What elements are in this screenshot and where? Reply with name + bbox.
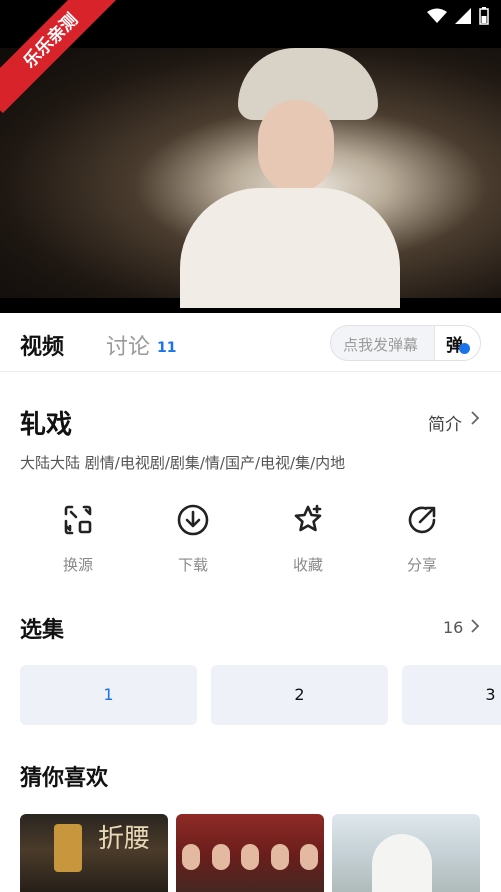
episode-count[interactable]: 16 [443, 618, 463, 637]
show-title: 轧戏 [20, 410, 73, 440]
poster-figures [182, 844, 318, 884]
video-frame[interactable] [0, 48, 501, 308]
figure-shape [300, 844, 318, 870]
show-meta: 大陆大陆 剧情/电视剧/剧集/情/国产/电视/集/内地 [20, 454, 346, 472]
danmaku-toggle-button[interactable]: 弹 [434, 326, 480, 360]
episode-item[interactable]: 2 [211, 665, 388, 725]
figure-shape [372, 834, 432, 892]
chevron-right-icon[interactable] [470, 617, 480, 635]
signal-icon [455, 8, 471, 24]
danmaku-input[interactable]: 点我发弹幕 [343, 334, 418, 355]
figure-shape [182, 844, 200, 870]
figure-shape [241, 844, 259, 870]
switch-source-icon [64, 505, 92, 535]
share-label: 分享 [406, 556, 437, 574]
discuss-count-badge: 11 [157, 340, 177, 356]
download-label: 下载 [177, 556, 208, 574]
video-face-shape [258, 100, 334, 192]
poster-title: 折腰 [98, 824, 151, 854]
status-icons [427, 7, 489, 25]
star-add-icon [294, 504, 322, 532]
share-button[interactable]: 分享 [382, 504, 462, 576]
download-button[interactable]: 下载 [153, 504, 233, 576]
episode-item[interactable]: 1 [20, 665, 197, 725]
chevron-right-icon[interactable] [470, 409, 480, 427]
download-icon [177, 504, 209, 536]
tab-bar: 视频 讨论 11 点我发弹幕 弹 [0, 314, 501, 372]
figure-shape [211, 844, 230, 870]
recommend-poster[interactable]: 折腰 [20, 814, 168, 892]
recommend-list: 折腰 [20, 814, 501, 892]
favorite-button[interactable]: 收藏 [268, 504, 348, 576]
switch-source-label: 换源 [62, 556, 93, 574]
recommend-poster[interactable] [332, 814, 480, 892]
lamp-shape [54, 824, 82, 872]
figure-shape [270, 844, 289, 870]
recommend-title: 猜你喜欢 [20, 766, 109, 791]
check-icon [459, 343, 470, 354]
episode-list: 1 2 3 [20, 665, 501, 725]
tab-discuss[interactable]: 讨论 [106, 329, 150, 361]
share-icon [408, 506, 436, 534]
episode-item[interactable]: 3 [402, 665, 501, 725]
tab-video[interactable]: 视频 [20, 329, 64, 361]
intro-link[interactable]: 简介 [428, 410, 462, 435]
episodes-title: 选集 [20, 618, 65, 643]
switch-source-button[interactable]: 换源 [38, 504, 118, 576]
danmaku-bar: 点我发弹幕 弹 [330, 325, 481, 361]
favorite-label: 收藏 [292, 556, 323, 574]
video-coat-shape [180, 188, 400, 308]
action-row: 换源 下载 收藏 分享 [20, 504, 480, 576]
battery-icon [479, 7, 489, 25]
video-player[interactable]: 乐乐亲测 [0, 0, 501, 313]
recommend-poster[interactable] [176, 814, 324, 892]
wifi-icon [427, 8, 447, 23]
